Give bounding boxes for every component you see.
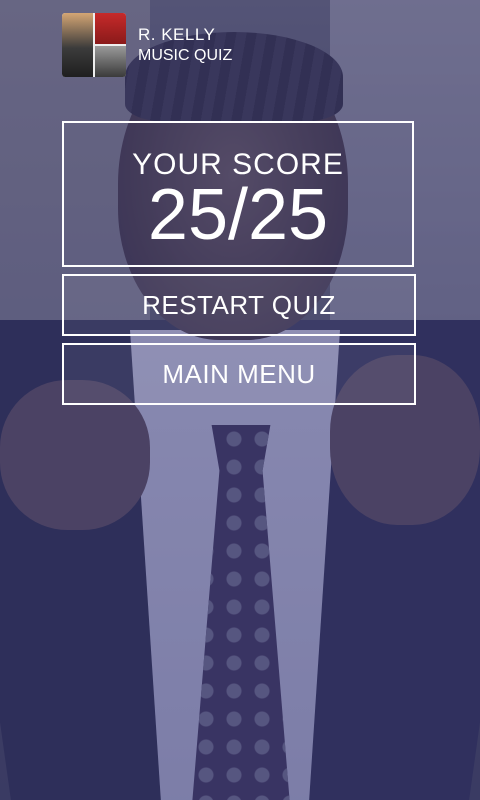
app-titles: R. KELLY MUSIC QUIZ — [138, 24, 232, 66]
collage-photo-3 — [95, 46, 126, 77]
main-menu-label: MAIN MENU — [162, 358, 316, 389]
app-title: R. KELLY — [138, 25, 216, 44]
restart-quiz-button[interactable]: RESTART QUIZ — [62, 274, 416, 336]
artist-collage-icon — [62, 13, 126, 77]
restart-quiz-label: RESTART QUIZ — [142, 289, 336, 320]
collage-photo-2 — [95, 13, 126, 44]
score-value: 25/25 — [147, 175, 329, 255]
app-subtitle: MUSIC QUIZ — [138, 47, 233, 64]
result-screen: R. KELLY MUSIC QUIZ YOUR SCORE 25/25 RES… — [0, 0, 480, 800]
main-menu-button[interactable]: MAIN MENU — [62, 343, 416, 405]
score-panel: YOUR SCORE 25/25 — [62, 121, 414, 267]
collage-photo-1 — [62, 13, 93, 77]
app-header: R. KELLY MUSIC QUIZ — [62, 12, 232, 78]
